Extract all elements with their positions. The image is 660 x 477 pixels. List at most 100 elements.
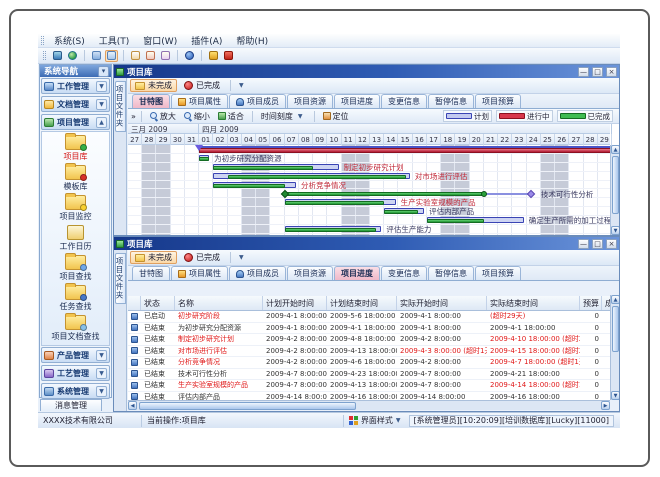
scroll-down-button[interactable]: ▼ [611,391,620,400]
table-row-5[interactable]: 已结束技术可行性分析2009-4-7 8:00:002009-4-23 18:0… [128,369,610,381]
tab-5[interactable]: 变更信息 [381,266,427,280]
progress-bar[interactable] [213,184,284,188]
table-header-iconcol[interactable] [128,296,141,310]
progress-bar[interactable] [285,201,385,205]
scroll-thumb[interactable] [612,156,619,214]
toolbar-grip[interactable] [43,51,46,60]
child-titlebar[interactable]: 项目库—□× [114,65,619,78]
tab-0[interactable]: 甘特图 [132,94,170,108]
tab-project-folder[interactable]: 项目文件夹 [115,81,126,132]
toolbar-overflow-button[interactable]: » [131,112,136,121]
scroll-left-button[interactable]: ◀ [128,401,137,410]
sidebar-item-2[interactable]: 项目监控 [60,195,92,222]
sidebar-item-1[interactable]: 模板库 [64,165,88,192]
chevron-down-icon[interactable]: ▼ [96,386,107,397]
child-titlebar[interactable]: 项目库—□× [114,237,619,250]
table-row-1[interactable]: 已结束为初步研究分配资源2009-4-1 8:00:002009-4-1 18:… [128,323,610,335]
gantt-vscrollbar[interactable]: ▲▼ [610,145,619,235]
tab-1[interactable]: 项目属性 [171,94,228,108]
scroll-thumb[interactable] [139,402,356,410]
column-header-1[interactable]: 名称 [175,296,263,310]
filter-pending-button[interactable]: 未完成 [130,251,177,264]
chevron-down-icon[interactable]: ▼ [96,99,107,110]
column-header-0[interactable]: 状态 [141,296,175,310]
zoom-out-button[interactable]: 缩小 [181,110,213,123]
sidebar-item-0[interactable]: 项目库 [64,135,88,162]
table-hscrollbar[interactable]: ◀▶ [128,400,610,410]
sidebar-collapse-button[interactable]: ▾ [98,66,109,77]
sidebar-item-4[interactable]: 项目查找 [60,255,92,282]
sidebar-group-4[interactable]: 工艺管理▼ [41,365,110,381]
sidebar-item-3[interactable]: 工作日历 [60,225,92,252]
progress-bar[interactable] [384,210,418,214]
tab-3[interactable]: 项目资源 [287,94,333,108]
lock-button[interactable] [207,50,220,62]
tab-7[interactable]: 项目预算 [475,266,521,280]
progress-bar[interactable] [213,166,313,170]
progress-bar[interactable] [199,157,209,161]
progress-bar[interactable] [427,219,484,223]
sidebar-item-5[interactable]: 任务查找 [60,285,92,312]
tab-7[interactable]: 项目预算 [475,94,521,108]
column-header-2[interactable]: 计划开始时间 [263,296,327,310]
menu-item-2[interactable]: 窗口(W) [136,34,184,47]
menu-grip[interactable] [41,36,44,45]
fit-button[interactable]: 适合 [215,110,247,123]
filter-completed-button[interactable]: 已完成 [179,79,225,92]
column-header-5[interactable]: 实际结束时间 [487,296,580,310]
filter-pending-button[interactable]: 未完成 [130,79,177,92]
chevron-down-icon[interactable]: ▼ [96,350,107,361]
form-button[interactable] [144,50,157,62]
report-button[interactable] [129,50,142,62]
column-header-3[interactable]: 计划结束时间 [327,296,397,310]
table-vscrollbar[interactable]: ▲▼ [610,295,619,400]
maximize-button[interactable]: □ [592,239,603,249]
progress-bar[interactable] [228,175,406,179]
table-row-6[interactable]: 已结束生产实验室规模的产品2009-4-7 8:00:002009-4-13 1… [128,380,610,392]
progress-bar[interactable] [285,228,376,232]
minimize-button[interactable]: — [578,239,589,249]
tab-1[interactable]: 项目属性 [171,266,228,280]
close-button[interactable]: × [606,239,617,249]
menu-item-4[interactable]: 帮助(H) [229,34,275,47]
sidebar-group-2[interactable]: 项目管理▲ [41,114,110,130]
tab-4[interactable]: 项目进度 [334,266,380,280]
chevron-up-icon[interactable]: ▲ [96,117,107,128]
summary-progress-bar[interactable] [199,148,612,153]
menu-item-1[interactable]: 工具(T) [92,34,137,47]
tab-0[interactable]: 甘特图 [132,266,170,280]
sidebar-group-1[interactable]: 文档管理▼ [41,96,110,112]
filter-completed-button[interactable]: 已完成 [179,251,225,264]
exit-button[interactable] [222,50,235,62]
scroll-thumb[interactable] [612,306,619,352]
table-row-4[interactable]: 已结束分析竞争情况2009-4-2 8:00:002009-4-6 18:00:… [128,357,610,369]
table-row-3[interactable]: 已结束对市场进行评估2009-4-2 8:00:002009-4-13 18:0… [128,346,610,358]
globe-button[interactable] [66,50,79,62]
scroll-up-button[interactable]: ▲ [611,295,620,304]
tab-3[interactable]: 项目资源 [287,266,333,280]
folder-open-button[interactable] [105,50,118,62]
tab-6[interactable]: 暂停信息 [428,266,474,280]
statusbar-style-dropdown[interactable]: 界面样式 ▼ [344,415,409,427]
scroll-down-button[interactable]: ▼ [611,226,619,235]
tab-2[interactable]: 项目成员 [229,94,286,108]
column-header-4[interactable]: 实际开始时间 [397,296,487,310]
tab-project-folder[interactable]: 项目文件夹 [115,253,126,304]
sidebar-group-5[interactable]: 系统管理▼ [41,383,110,399]
table-row-2[interactable]: 已结束制定初步研究计划2009-4-2 8:00:002009-4-8 18:0… [128,334,610,346]
chevron-down-icon[interactable]: ▼ [96,81,107,92]
sidebar-item-6[interactable]: 项目文档查找 [52,315,100,342]
column-header-7[interactable]: 成 [602,296,610,310]
minimize-button[interactable]: — [578,67,589,77]
locate-button[interactable]: 定位 [320,110,352,123]
sidebar-group-0[interactable]: 工作管理▼ [41,78,110,94]
table-row-0[interactable]: 已启动初步研究阶段2009-4-1 8:00:002009-5-6 18:00:… [128,311,610,323]
tab-6[interactable]: 暂停信息 [428,94,474,108]
sidebar-group-3[interactable]: 产品管理▼ [41,347,110,363]
folder-closed-button[interactable] [90,50,103,62]
filter-more-button[interactable]: ▼ [236,82,247,89]
maximize-button[interactable]: □ [592,67,603,77]
help-button[interactable] [183,50,196,62]
menu-item-3[interactable]: 插件(A) [184,34,229,47]
scroll-up-button[interactable]: ▲ [611,145,619,154]
